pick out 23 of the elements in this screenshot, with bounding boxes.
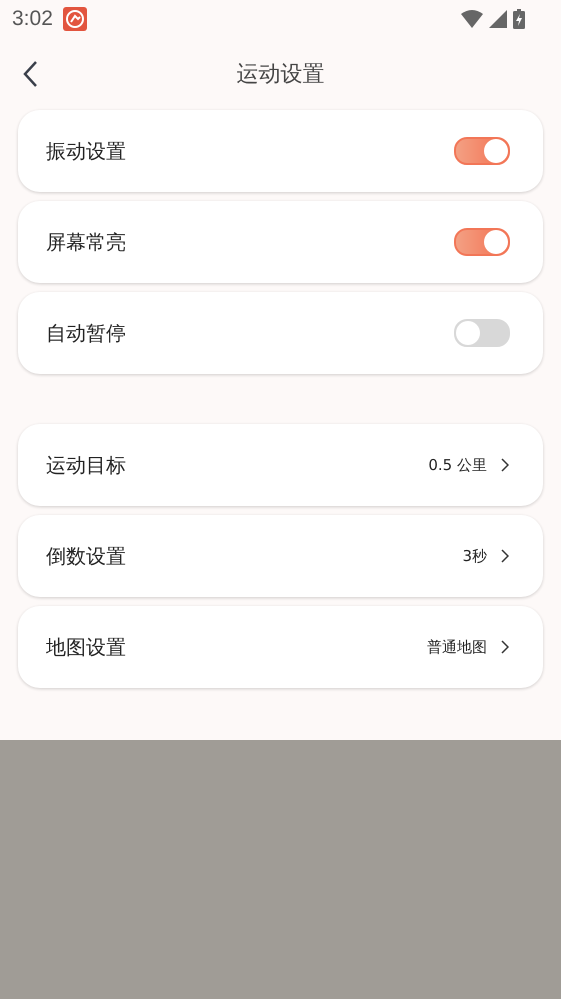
setting-label: 地图设置 (46, 634, 127, 660)
setting-value: 0.5 公里 (428, 456, 487, 474)
setting-label: 振动设置 (46, 138, 127, 164)
chevron-right-icon (501, 640, 509, 654)
status-time: 3:02 (12, 7, 53, 31)
app-notification-icon (62, 7, 87, 31)
signal-icon (489, 10, 507, 28)
toggle-switch[interactable] (454, 228, 510, 256)
setting-value: 普通地图 (427, 638, 487, 656)
chevron-right-icon (501, 549, 509, 563)
setting-card[interactable]: 倒数设置 3秒 (18, 515, 543, 597)
setting-card[interactable]: 地图设置 普通地图 (18, 606, 543, 688)
toggle-switch[interactable] (454, 137, 510, 165)
setting-value: 3秒 (462, 546, 487, 566)
wifi-icon (461, 10, 483, 28)
page-title: 运动设置 (236, 61, 324, 89)
setting-label: 运动目标 (46, 452, 127, 478)
battery-icon (513, 9, 525, 29)
setting-label: 倒数设置 (46, 542, 127, 570)
setting-label: 自动暂停 (46, 320, 127, 346)
chevron-right-icon (501, 458, 509, 472)
setting-label: 屏幕常亮 (46, 228, 127, 256)
setting-card[interactable]: 运动目标 0.5 公里 (18, 424, 543, 506)
